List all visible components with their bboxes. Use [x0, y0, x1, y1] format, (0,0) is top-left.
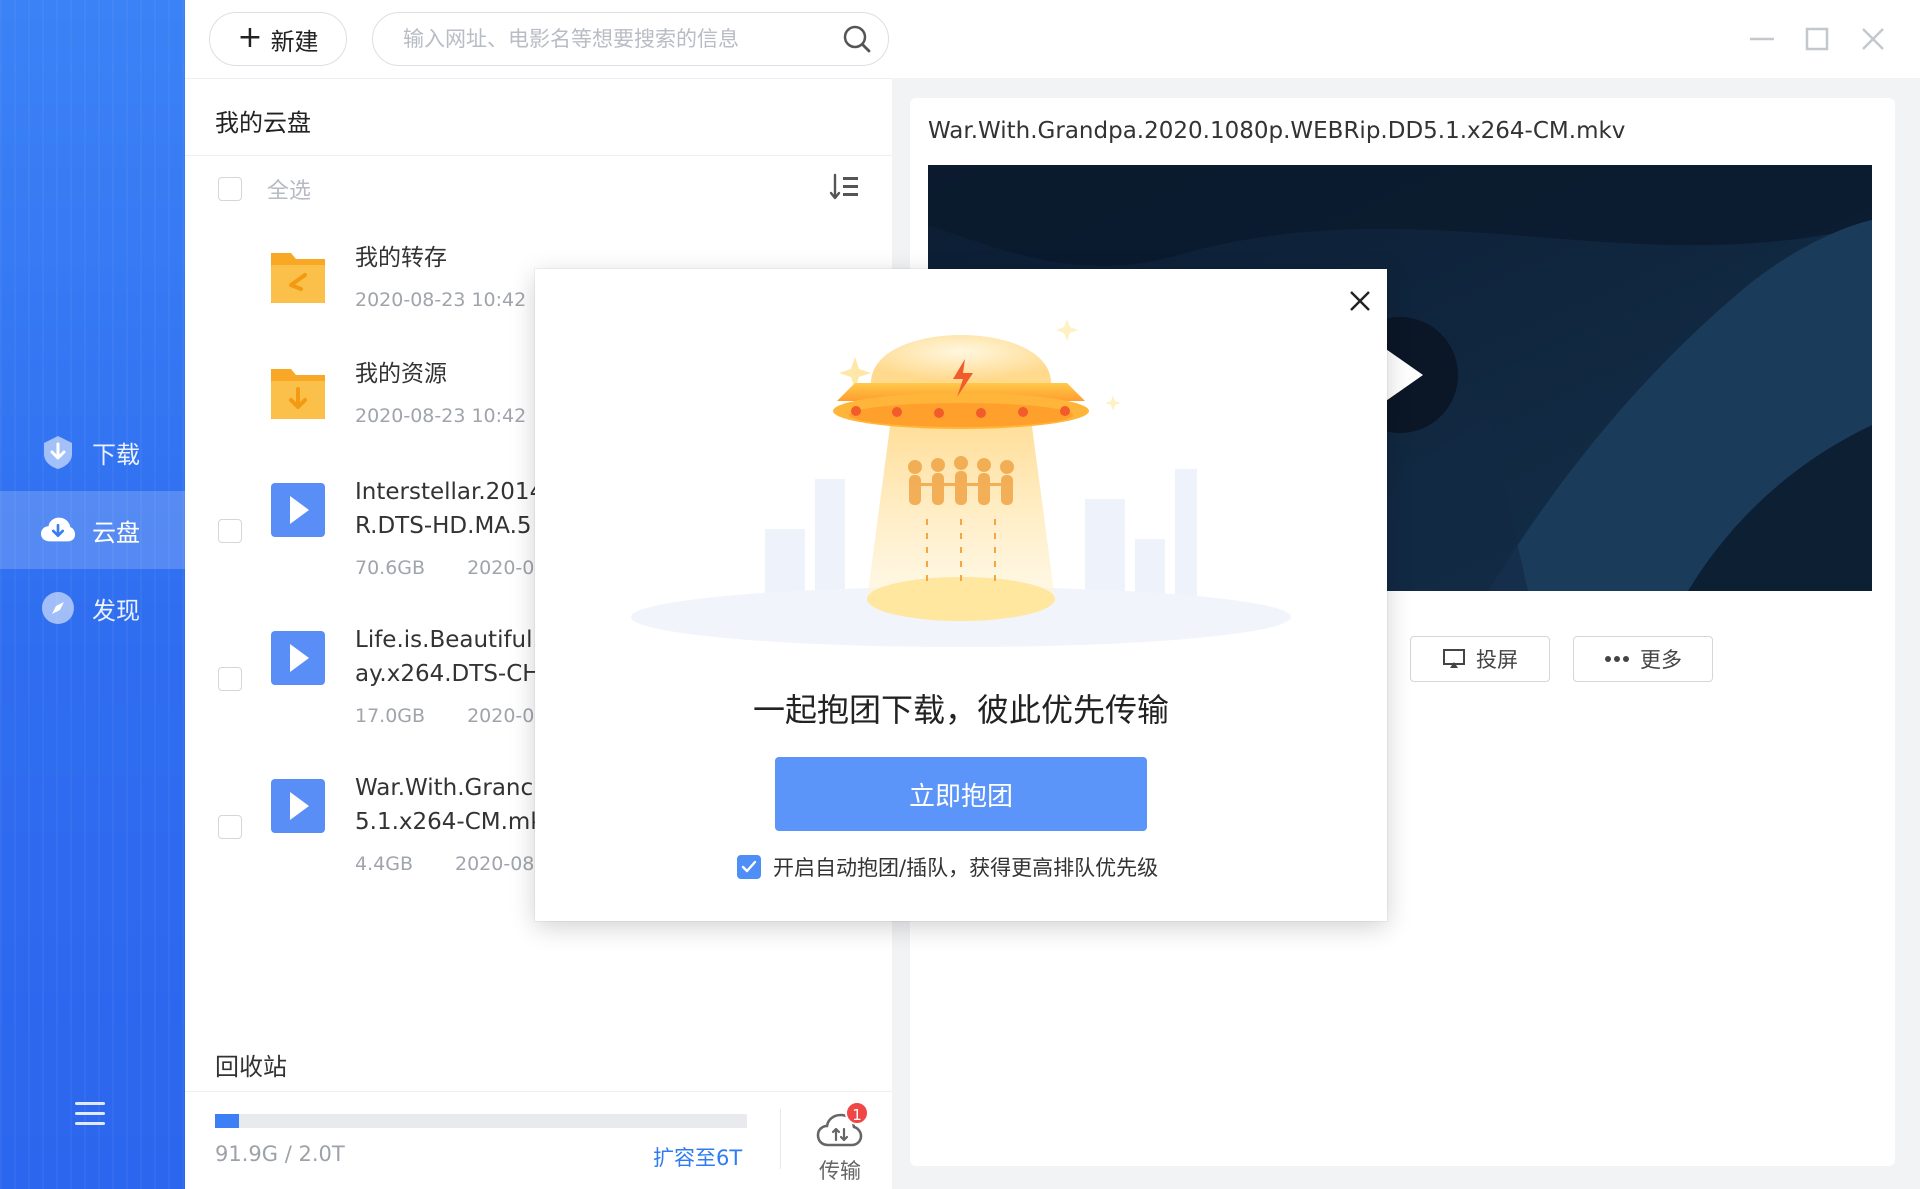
auto-join-label: 开启自动抱团/插队，获得更高排队优先级: [773, 856, 1159, 880]
hamburger-menu-icon[interactable]: [74, 1097, 106, 1129]
auto-join-checkbox[interactable]: [737, 855, 761, 879]
sidebar-item-label: 云盘: [92, 518, 140, 547]
file-meta: 4.4GB 2020-08-: [355, 853, 541, 875]
select-all[interactable]: 全选: [218, 173, 311, 205]
search-input[interactable]: [403, 27, 842, 51]
maximize-icon: [1805, 27, 1829, 51]
file-meta: 70.6GB 2020-08: [355, 557, 546, 579]
sidebar-item-discover[interactable]: 发现: [0, 569, 185, 647]
divider: [780, 1109, 781, 1169]
page-title: 我的云盘: [215, 109, 311, 137]
more-dots-icon: [1605, 656, 1629, 662]
checkmark-icon: [741, 860, 757, 873]
divider: [185, 1091, 892, 1092]
row-checkbox[interactable]: [218, 815, 242, 839]
folder-icon: [269, 245, 327, 307]
more-button[interactable]: 更多: [1573, 636, 1713, 682]
minimize-button[interactable]: [1745, 22, 1779, 56]
sort-icon[interactable]: [829, 171, 861, 203]
notification-badge: 1: [845, 1101, 869, 1125]
more-label: 更多: [1640, 648, 1682, 672]
file-size: 4.4GB: [355, 853, 413, 875]
recycle-bin-link[interactable]: 回收站: [215, 1047, 287, 1082]
sidebar-item-download[interactable]: 下载: [0, 413, 185, 491]
ufo-illustration: [631, 319, 1291, 647]
search-bar: [372, 12, 889, 66]
file-date: 2020-08-23 10:42: [355, 289, 526, 311]
row-checkbox[interactable]: [218, 519, 242, 543]
auto-join-option[interactable]: 开启自动抱团/插队，获得更高排队优先级: [737, 852, 1158, 882]
cast-button[interactable]: 投屏: [1410, 636, 1550, 682]
video-file-icon: [269, 627, 327, 689]
sidebar-item-label: 下载: [92, 440, 140, 469]
dialog-heading: 一起抱团下载，彼此优先传输: [752, 691, 1169, 729]
file-date-text: 2020-08-23 10:42: [355, 289, 527, 311]
video-file-icon: [269, 775, 327, 837]
divider: [185, 155, 892, 156]
select-all-checkbox[interactable]: [218, 177, 242, 201]
sidebar-item-label: 发现: [92, 596, 140, 625]
close-icon: [1350, 291, 1370, 311]
transfer-label: 传输: [819, 1159, 861, 1183]
row-checkbox[interactable]: [218, 667, 242, 691]
storage-usage-text: 91.9G / 2.0T: [215, 1142, 345, 1166]
top-bar: + 新建: [185, 0, 1920, 78]
folder-icon: [269, 361, 327, 423]
minimize-icon: [1750, 37, 1774, 41]
cast-label: 投屏: [1476, 648, 1518, 672]
expand-storage-link[interactable]: 扩容至6T: [653, 1142, 742, 1172]
storage-progress-bar: [215, 1114, 747, 1128]
file-size: 70.6GB: [355, 557, 426, 579]
file-size: 17.0GB: [355, 705, 426, 727]
file-meta: 17.0GB 2020-08: [355, 705, 546, 727]
close-dialog-button[interactable]: [1346, 287, 1374, 315]
file-date-text: 2020-08-23 10:42: [355, 405, 527, 427]
group-download-dialog: 一起抱团下载，彼此优先传输 立即抱团 开启自动抱团/插队，获得更高排队优先级: [535, 269, 1387, 921]
transfer-button[interactable]: 1 传输: [805, 1099, 875, 1183]
plus-icon: +: [237, 19, 263, 55]
storage-progress-fill: [215, 1114, 239, 1128]
sidebar: 下载 云盘 发现: [0, 0, 185, 1189]
compass-icon: [40, 590, 76, 626]
download-shield-icon: [40, 434, 76, 470]
file-date: 2020-08-23 10:42: [355, 405, 526, 427]
sidebar-item-cloud-drive[interactable]: 云盘: [0, 491, 185, 569]
preview-filename: War.With.Grandpa.2020.1080p.WEBRip.DD5.1…: [928, 118, 1626, 144]
close-window-button[interactable]: [1856, 22, 1890, 56]
search-icon[interactable]: [842, 24, 872, 54]
file-date-text: 2020-08-: [454, 853, 542, 875]
select-all-label: 全选: [267, 179, 312, 204]
new-button-label: 新建: [270, 27, 319, 56]
cast-icon: [1443, 649, 1465, 668]
maximize-button[interactable]: [1800, 22, 1834, 56]
video-file-icon: [269, 479, 327, 541]
join-group-button[interactable]: 立即抱团: [775, 757, 1147, 831]
close-icon: [1862, 28, 1884, 50]
cloud-icon: [40, 512, 76, 548]
new-button[interactable]: + 新建: [209, 12, 347, 66]
